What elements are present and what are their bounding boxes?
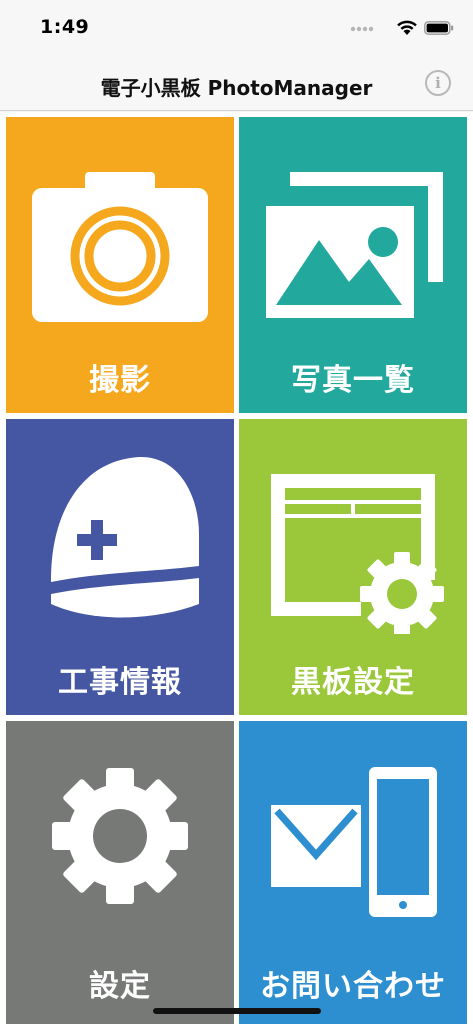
wifi-icon: [397, 20, 417, 35]
photos-icon: [266, 172, 443, 318]
tile-contact[interactable]: お問い合わせ: [239, 721, 467, 1024]
tile-photo-list[interactable]: 写真一覧: [239, 117, 467, 413]
tile-label: お問い合わせ: [260, 969, 446, 1004]
tile-camera[interactable]: 撮影: [6, 117, 234, 413]
home-indicator: [153, 1008, 321, 1014]
signal-dots-icon: [350, 26, 374, 32]
tile-label: 工事情報: [58, 665, 182, 700]
tile-label: 写真一覧: [291, 363, 415, 398]
contact-icon: [271, 763, 441, 921]
status-time: 1:49: [40, 16, 90, 38]
tile-project-info[interactable]: 工事情報: [6, 419, 234, 715]
tile-label: 黒板設定: [291, 665, 415, 700]
tile-label: 撮影: [89, 363, 151, 398]
status-bar: 1:49: [0, 0, 473, 56]
helmet-icon: [51, 457, 199, 618]
page-title: 電子小黒板 PhotoManager: [100, 76, 373, 100]
tile-label: 設定: [89, 969, 151, 1004]
menu-grid: 撮影 写真一覧 工事情報 黒板設定 設定 お問い合わせ: [0, 112, 473, 1024]
gear-icon: [52, 768, 188, 904]
blackboard-settings-icon: [271, 474, 444, 634]
tile-blackboard-settings[interactable]: 黒板設定: [239, 419, 467, 715]
nav-bar: 電子小黒板 PhotoManager i: [0, 56, 473, 111]
battery-icon: [424, 21, 454, 35]
tile-settings[interactable]: 設定: [6, 721, 234, 1024]
info-button[interactable]: i: [425, 70, 451, 96]
camera-icon: [32, 172, 208, 322]
